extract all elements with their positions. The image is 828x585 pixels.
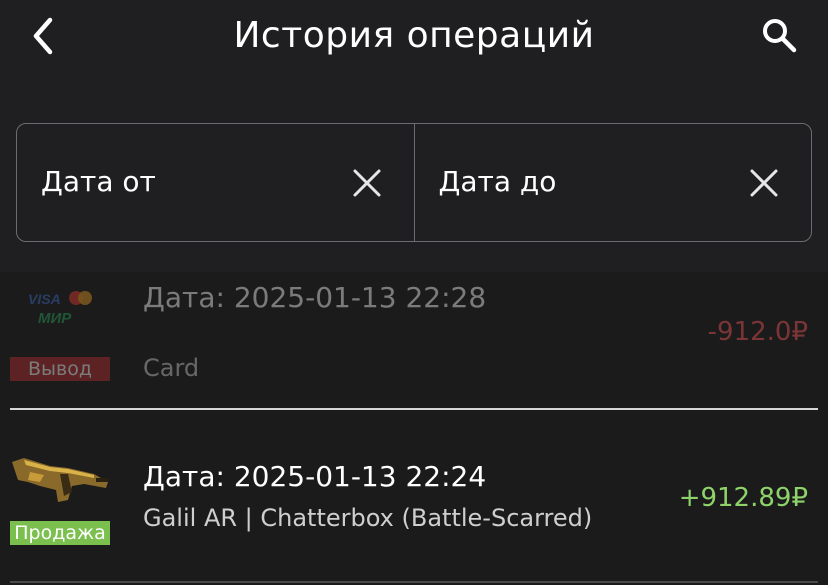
close-icon [750, 169, 777, 197]
operation-description: Galil AR | Chatterbox (Battle-Scarred) [143, 504, 593, 532]
rifle-skin-icon [10, 452, 110, 510]
date-from-label: Дата от [41, 165, 156, 198]
operation-date: Дата: 2025-01-13 22:28 [143, 281, 487, 314]
svg-text:МИР: МИР [38, 310, 72, 327]
operations-list: VISA МИР Дата: 2025-01-13 22:28 Card -91… [0, 272, 828, 585]
operation-type-badge: Вывод [10, 357, 110, 381]
operation-amount: +912.89₽ [678, 483, 808, 513]
operation-date: Дата: 2025-01-13 22:24 [143, 460, 487, 493]
date-range-filter: Дата от Дата до [16, 123, 812, 242]
date-from-field[interactable]: Дата от [17, 124, 414, 241]
search-icon [763, 19, 797, 53]
operation-type-badge: Продажа [10, 521, 110, 545]
search-button[interactable] [758, 14, 802, 58]
close-icon [353, 169, 381, 197]
operation-amount: -912.0₽ [707, 317, 808, 347]
clear-date-to-button[interactable] [748, 167, 780, 199]
svg-text:VISA: VISA [28, 291, 61, 307]
payment-cards-icon: VISA МИР [10, 288, 110, 328]
clear-date-from-button[interactable] [351, 167, 383, 199]
page-title: История операций [233, 15, 595, 56]
operation-description: Card [143, 354, 200, 382]
row-divider [10, 581, 818, 583]
operation-row[interactable]: VISA МИР Дата: 2025-01-13 22:28 Card -91… [0, 272, 828, 410]
date-to-field[interactable]: Дата до [413, 124, 812, 241]
date-to-label: Дата до [438, 165, 557, 198]
operation-row[interactable]: Дата: 2025-01-13 22:24 Galil AR | Chatte… [0, 410, 828, 585]
top-bar: История операций Дата от Дата до [0, 0, 828, 272]
